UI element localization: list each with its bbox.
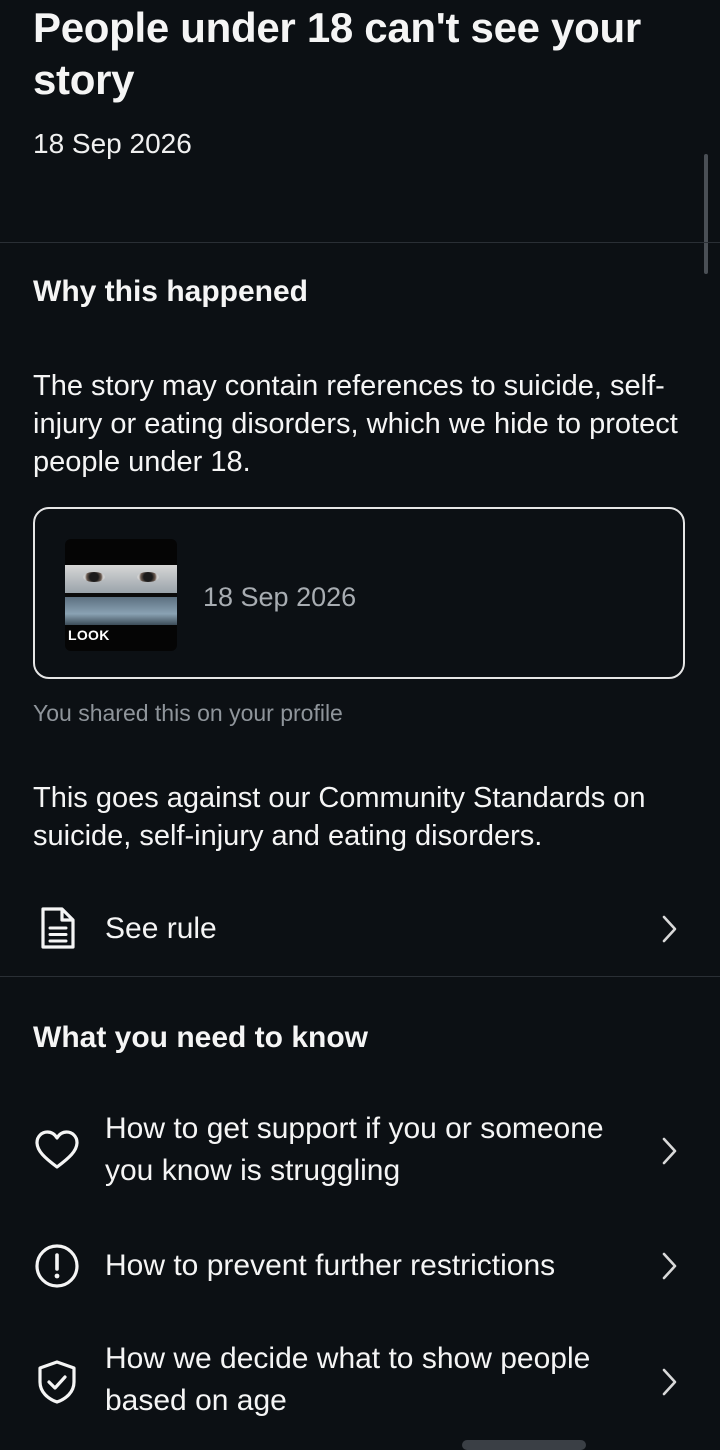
chevron-right-icon (662, 1368, 677, 1396)
story-thumbnail: LOOK (65, 539, 177, 651)
see-rule-row[interactable]: See rule (0, 896, 720, 962)
age-content-label: How we decide what to show people based … (105, 1342, 591, 1417)
see-rule-label: See rule (105, 912, 217, 945)
page-title: People under 18 can't see your story (33, 4, 641, 103)
prevent-restrictions-label: How to prevent further restrictions (105, 1249, 556, 1282)
story-card[interactable]: LOOK 18 Sep 2026 (33, 507, 685, 679)
shared-note: You shared this on your profile (33, 700, 343, 726)
divider (0, 976, 720, 977)
section-heading-know: What you need to know (33, 1021, 368, 1054)
chevron-right-icon (662, 1252, 677, 1280)
page-date: 18 Sep 2026 (33, 128, 192, 159)
chevron-right-icon (662, 1137, 677, 1165)
prevent-restrictions-row[interactable]: How to prevent further restrictions (0, 1240, 720, 1294)
why-description: The story may contain references to suic… (33, 370, 678, 478)
scrollbar[interactable] (704, 154, 708, 274)
document-icon (41, 907, 75, 949)
age-content-row[interactable]: How we decide what to show people based … (0, 1338, 720, 1424)
chevron-right-icon (662, 915, 677, 943)
support-row[interactable]: How to get support if you or someone you… (0, 1108, 720, 1194)
section-heading-why: Why this happened (33, 275, 309, 308)
home-indicator[interactable] (462, 1440, 586, 1450)
shield-check-icon (38, 1360, 76, 1404)
heart-icon (35, 1130, 79, 1169)
story-date: 18 Sep 2026 (203, 582, 357, 612)
divider (0, 242, 720, 243)
thumbnail-label: LOOK (68, 627, 110, 643)
exclamation-circle-icon (35, 1244, 79, 1288)
standards-text: This goes against our Community Standard… (33, 782, 646, 852)
support-label: How to get support if you or someone you… (105, 1112, 604, 1187)
